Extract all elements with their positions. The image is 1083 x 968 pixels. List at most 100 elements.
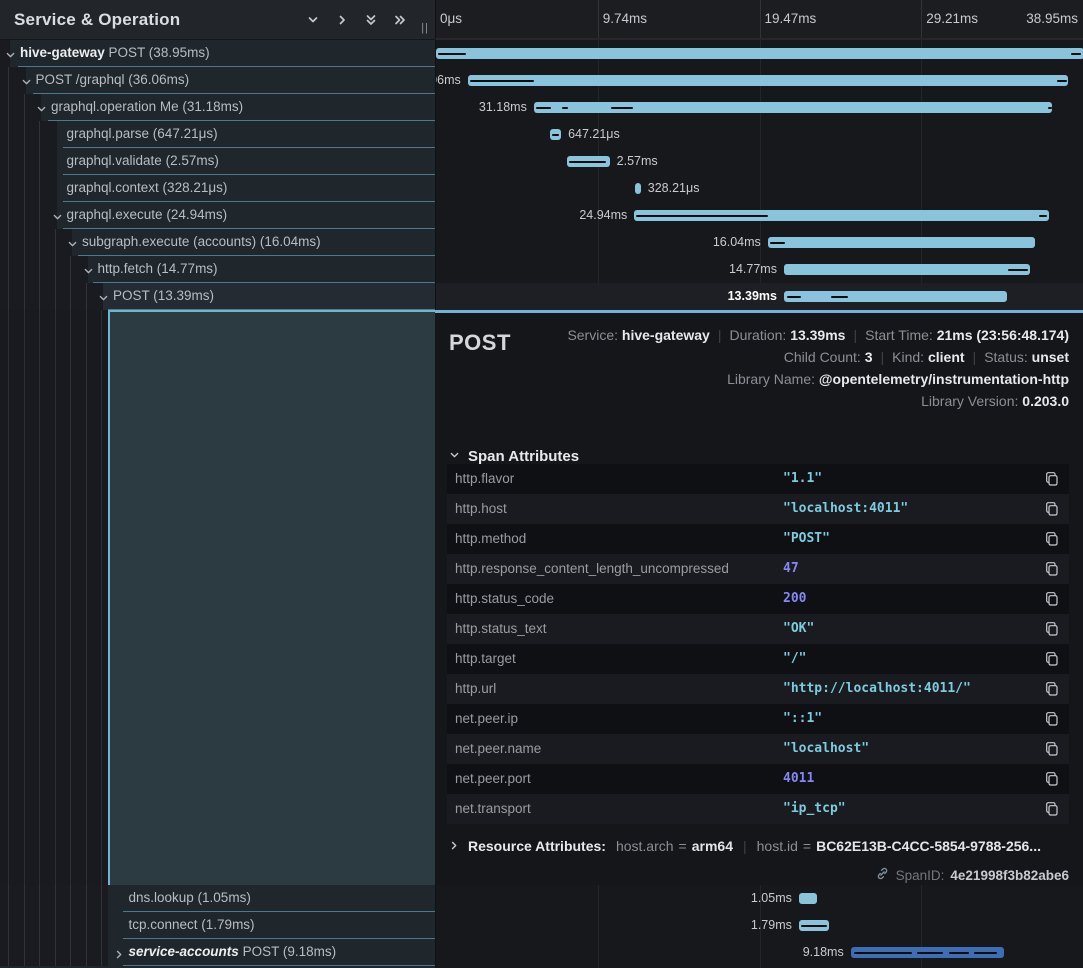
attribute-value: "OK" [783, 614, 814, 644]
tree-row[interactable]: POST (13.39ms) [0, 283, 435, 310]
span-bar[interactable] [436, 48, 1083, 59]
link-icon[interactable] [875, 866, 890, 884]
span-bar-mark [1057, 80, 1067, 83]
chevron-right-icon[interactable] [335, 13, 349, 27]
tree-row[interactable]: hive-gateway POST (38.95ms) [0, 40, 435, 67]
expander-down-icon[interactable] [67, 237, 78, 248]
resource-key: host.arch [616, 838, 674, 854]
span-bar[interactable] [784, 264, 1030, 275]
copy-icon[interactable] [1044, 561, 1060, 577]
span-bar-mark [917, 952, 943, 955]
tree-row[interactable]: http.fetch (14.77ms) [0, 256, 435, 283]
indent-guide [70, 939, 71, 966]
copy-icon[interactable] [1044, 771, 1060, 787]
indent-guide [39, 283, 40, 310]
attribute-row: net.peer.ip"::1" [447, 704, 1069, 734]
double-chevron-down-icon[interactable] [364, 13, 378, 27]
resource-attributes-line[interactable]: Resource Attributes:host.arch=arm64|host… [449, 838, 1041, 854]
copy-icon[interactable] [1044, 741, 1060, 757]
span-name: graphql.validate (2.57ms) [67, 148, 219, 174]
span-bar-mark [552, 134, 559, 137]
expander-down-icon[interactable] [36, 102, 47, 113]
expander-down-icon[interactable] [5, 48, 16, 59]
span-name: http.fetch (14.77ms) [98, 256, 218, 282]
span-bar[interactable] [784, 291, 1007, 302]
indent-guide [55, 310, 56, 885]
service-name: hive-gateway [20, 45, 105, 60]
span-bar[interactable] [799, 893, 817, 904]
copy-icon[interactable] [1044, 531, 1060, 547]
span-name: dns.lookup (1.05ms) [129, 885, 251, 911]
ruler-segment: 19.47ms [760, 0, 922, 38]
timeline-row: 16.04ms [436, 229, 1083, 256]
indent-guide [55, 256, 56, 283]
span-duration-label: 1.05ms [751, 885, 792, 912]
expander-down-icon[interactable] [83, 264, 94, 275]
attribute-value: "ip_tcp" [783, 794, 846, 824]
attribute-key: http.method [455, 524, 526, 554]
ruler-tick-label: 0μs [440, 0, 462, 38]
tree-indent-gutter [0, 310, 108, 885]
attribute-row: http.flavor"1.1" [447, 464, 1069, 494]
tree-row[interactable]: tcp.connect (1.79ms) [0, 912, 435, 939]
indent-guide [101, 939, 102, 966]
tree-row[interactable]: POST /graphql (36.06ms) [0, 67, 435, 94]
expander-down-icon[interactable] [52, 210, 63, 221]
span-name: service-accounts POST (9.18ms) [129, 939, 337, 965]
attribute-value: "http://localhost:4011/" [783, 674, 971, 704]
copy-icon[interactable] [1044, 801, 1060, 817]
span-duration-label: 328.21μs [641, 175, 700, 202]
indent-guide [8, 94, 9, 121]
double-chevron-right-icon[interactable] [393, 13, 407, 27]
indent-guide [8, 310, 9, 885]
indent-guide [24, 310, 25, 885]
meta-value: unset [1032, 349, 1069, 365]
span-bar[interactable] [468, 75, 1068, 86]
copy-icon[interactable] [1044, 681, 1060, 697]
timeline-row: 1.05ms [436, 885, 1083, 912]
copy-icon[interactable] [1044, 471, 1060, 487]
span-name: subgraph.execute (accounts) (16.04ms) [82, 229, 321, 255]
tree-row[interactable]: graphql.context (328.21μs) [0, 175, 435, 202]
attribute-value: "POST" [783, 524, 830, 554]
expander-right-icon[interactable] [114, 947, 125, 958]
meta-key: Kind: [892, 349, 928, 365]
copy-icon[interactable] [1044, 591, 1060, 607]
tree-row[interactable]: graphql.operation Me (31.18ms) [0, 94, 435, 121]
copy-icon[interactable] [1044, 621, 1060, 637]
span-id-line: SpanID: 4e21998f3b82abe6 [875, 866, 1069, 884]
tree-row[interactable]: graphql.execute (24.94ms) [0, 202, 435, 229]
indent-guide [39, 202, 40, 229]
meta-line: Service: hive-gateway|Duration: 13.39ms|… [567, 324, 1069, 346]
column-resize-handle[interactable]: || [421, 22, 429, 34]
span-name: hive-gateway POST (38.95ms) [20, 40, 210, 66]
attribute-value: 47 [783, 554, 799, 584]
tree-row[interactable]: dns.lookup (1.05ms) [0, 885, 435, 912]
span-bar[interactable] [768, 237, 1035, 248]
expander-down-icon[interactable] [98, 291, 109, 302]
tree-row[interactable]: graphql.validate (2.57ms) [0, 148, 435, 175]
chevron-down-icon[interactable] [306, 13, 320, 27]
attribute-key: http.host [455, 494, 507, 524]
indent-guide [101, 912, 102, 939]
indent-guide [86, 283, 87, 310]
timeline-row: 9.18ms [436, 939, 1083, 966]
indent-guide [86, 939, 87, 966]
indent-guide [24, 121, 25, 148]
copy-icon[interactable] [1044, 651, 1060, 667]
tree-row[interactable]: subgraph.execute (accounts) (16.04ms) [0, 229, 435, 256]
copy-icon[interactable] [1044, 501, 1060, 517]
timeline-row: 328.21μs [436, 175, 1083, 202]
copy-icon[interactable] [1044, 711, 1060, 727]
timeline-row: 36.06ms [436, 67, 1083, 94]
span-duration-label: 1.79ms [751, 912, 792, 939]
span-attributes-header[interactable]: Span Attributes [449, 448, 579, 465]
attribute-row: net.transport"ip_tcp" [447, 794, 1069, 824]
tree-row[interactable]: service-accounts POST (9.18ms) [0, 939, 435, 966]
tree-row[interactable]: graphql.parse (647.21μs) [0, 121, 435, 148]
span-duration-label: 16.04ms [713, 229, 761, 256]
indent-guide [70, 256, 71, 283]
resource-key: host.id [757, 838, 798, 854]
expander-down-icon[interactable] [21, 75, 32, 86]
span-bar-mark [854, 952, 912, 955]
